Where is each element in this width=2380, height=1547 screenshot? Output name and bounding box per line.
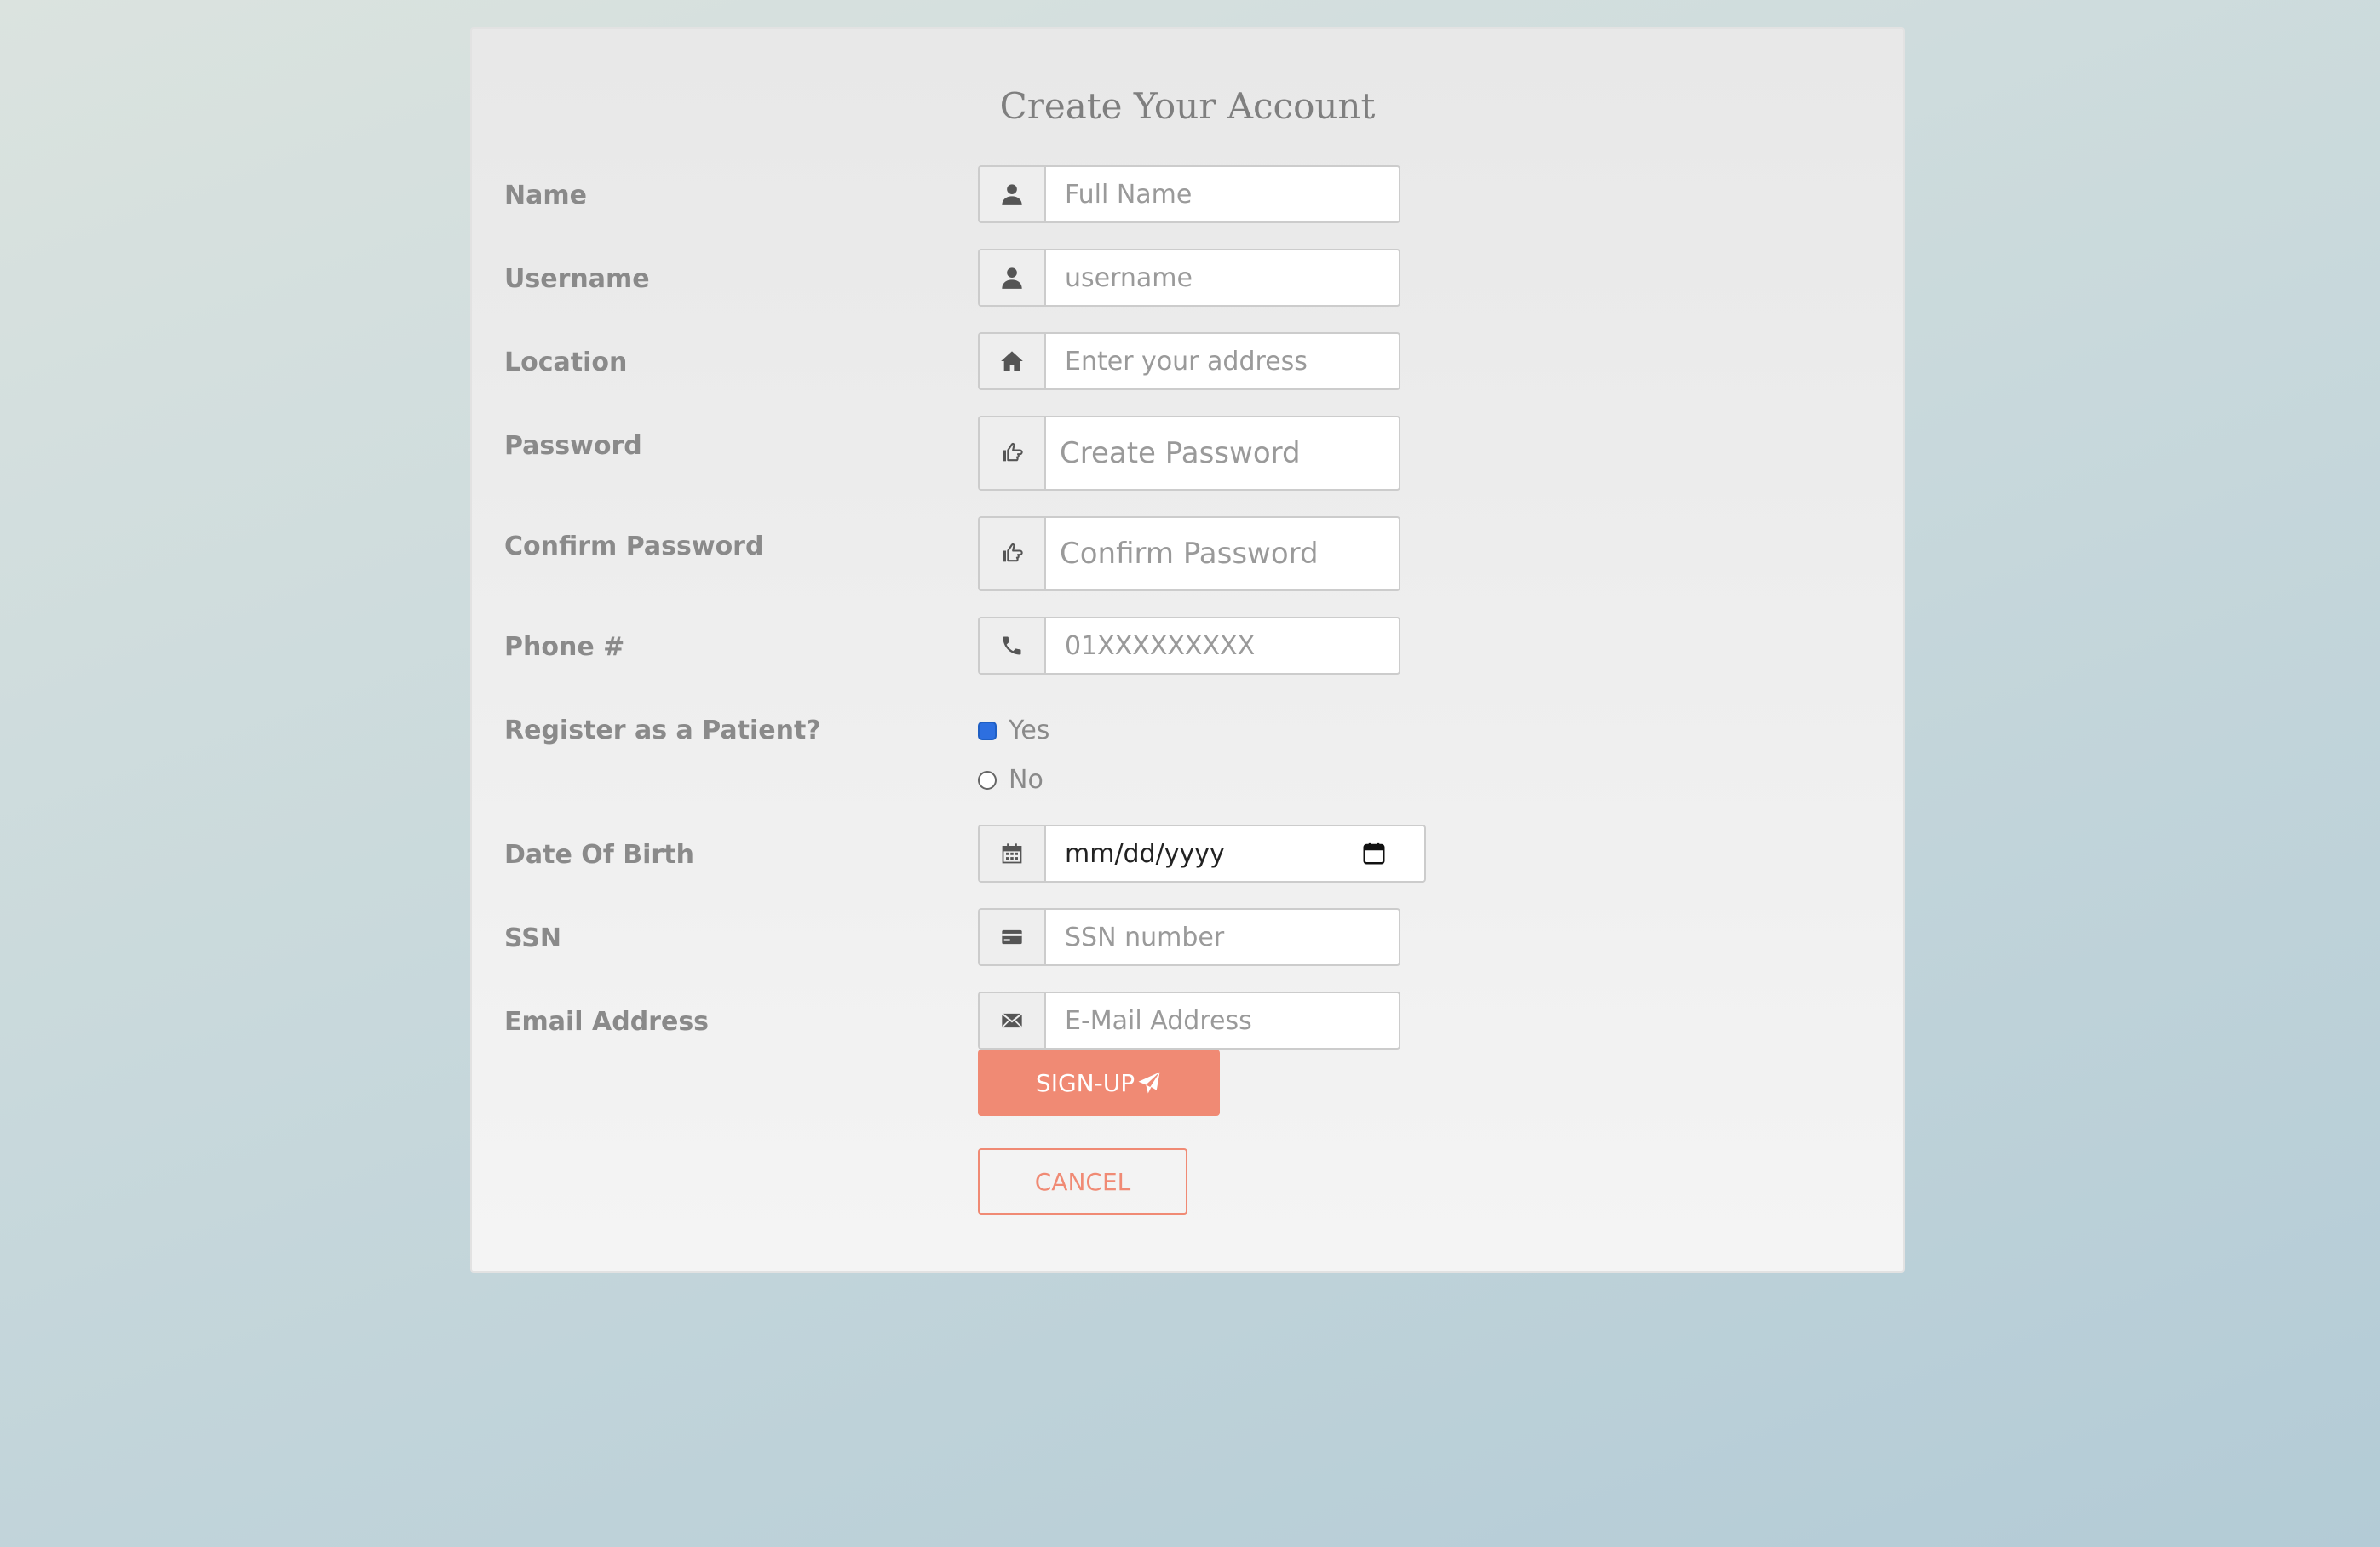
page-title: Create Your Account <box>999 85 1376 127</box>
ssn-input-group: SSN number <box>978 908 1400 966</box>
credit-card-icon <box>978 908 1044 966</box>
password-label: Password <box>504 431 642 461</box>
patient-yes-label: Yes <box>1009 716 1050 745</box>
signup-button-label: SIGN-UP <box>1035 1068 1135 1097</box>
calendar-picker-icon[interactable] <box>1361 841 1387 866</box>
email-input-group: E-Mail Address <box>978 992 1400 1050</box>
user-icon <box>978 249 1044 307</box>
confirm-password-input[interactable]: Confirm Password <box>1044 516 1400 591</box>
email-label: Email Address <box>504 1007 710 1037</box>
phone-label: Phone # <box>504 632 625 662</box>
cancel-button[interactable]: CANCEL <box>978 1148 1187 1215</box>
dob-input-group: mm/dd/yyyy <box>978 825 1426 883</box>
patient-yes-radio[interactable] <box>978 721 997 740</box>
patient-yes-option[interactable]: Yes <box>978 716 1049 745</box>
password-input-group: Create Password <box>978 416 1400 491</box>
envelope-icon <box>978 992 1044 1050</box>
calendar-icon <box>978 825 1044 883</box>
username-input[interactable]: username <box>1044 249 1400 307</box>
hand-pointing-icon <box>978 416 1044 491</box>
patient-no-option[interactable]: No <box>978 765 1043 795</box>
patient-label: Register as a Patient? <box>504 716 821 745</box>
home-icon <box>978 332 1044 390</box>
ssn-label: SSN <box>504 923 561 953</box>
user-icon <box>978 165 1044 223</box>
phone-input[interactable]: 01XXXXXXXXX <box>1044 617 1400 675</box>
phone-input-group: 01XXXXXXXXX <box>978 617 1400 675</box>
name-input-group: Full Name <box>978 165 1400 223</box>
confirm-password-label: Confirm Password <box>504 532 764 561</box>
ssn-input[interactable]: SSN number <box>1044 908 1400 966</box>
dob-value: mm/dd/yyyy <box>1065 838 1225 869</box>
name-input[interactable]: Full Name <box>1044 165 1400 223</box>
patient-no-label: No <box>1009 765 1043 795</box>
dob-label: Date Of Birth <box>504 840 694 870</box>
location-input[interactable]: Enter your address <box>1044 332 1400 390</box>
location-input-group: Enter your address <box>978 332 1400 390</box>
signup-panel: Create Your Account Name Full Name Usern… <box>470 27 1905 1273</box>
name-label: Name <box>504 181 587 210</box>
username-label: Username <box>504 264 650 294</box>
email-input[interactable]: E-Mail Address <box>1044 992 1400 1050</box>
phone-icon <box>978 617 1044 675</box>
confirm-password-input-group: Confirm Password <box>978 516 1400 591</box>
location-label: Location <box>504 348 628 377</box>
hand-pointing-icon <box>978 516 1044 591</box>
patient-no-radio[interactable] <box>978 770 997 790</box>
signup-button[interactable]: SIGN-UP <box>978 1050 1220 1116</box>
username-input-group: username <box>978 249 1400 307</box>
dob-input[interactable]: mm/dd/yyyy <box>1044 825 1426 883</box>
password-input[interactable]: Create Password <box>1044 416 1400 491</box>
paper-plane-icon <box>1138 1072 1160 1094</box>
